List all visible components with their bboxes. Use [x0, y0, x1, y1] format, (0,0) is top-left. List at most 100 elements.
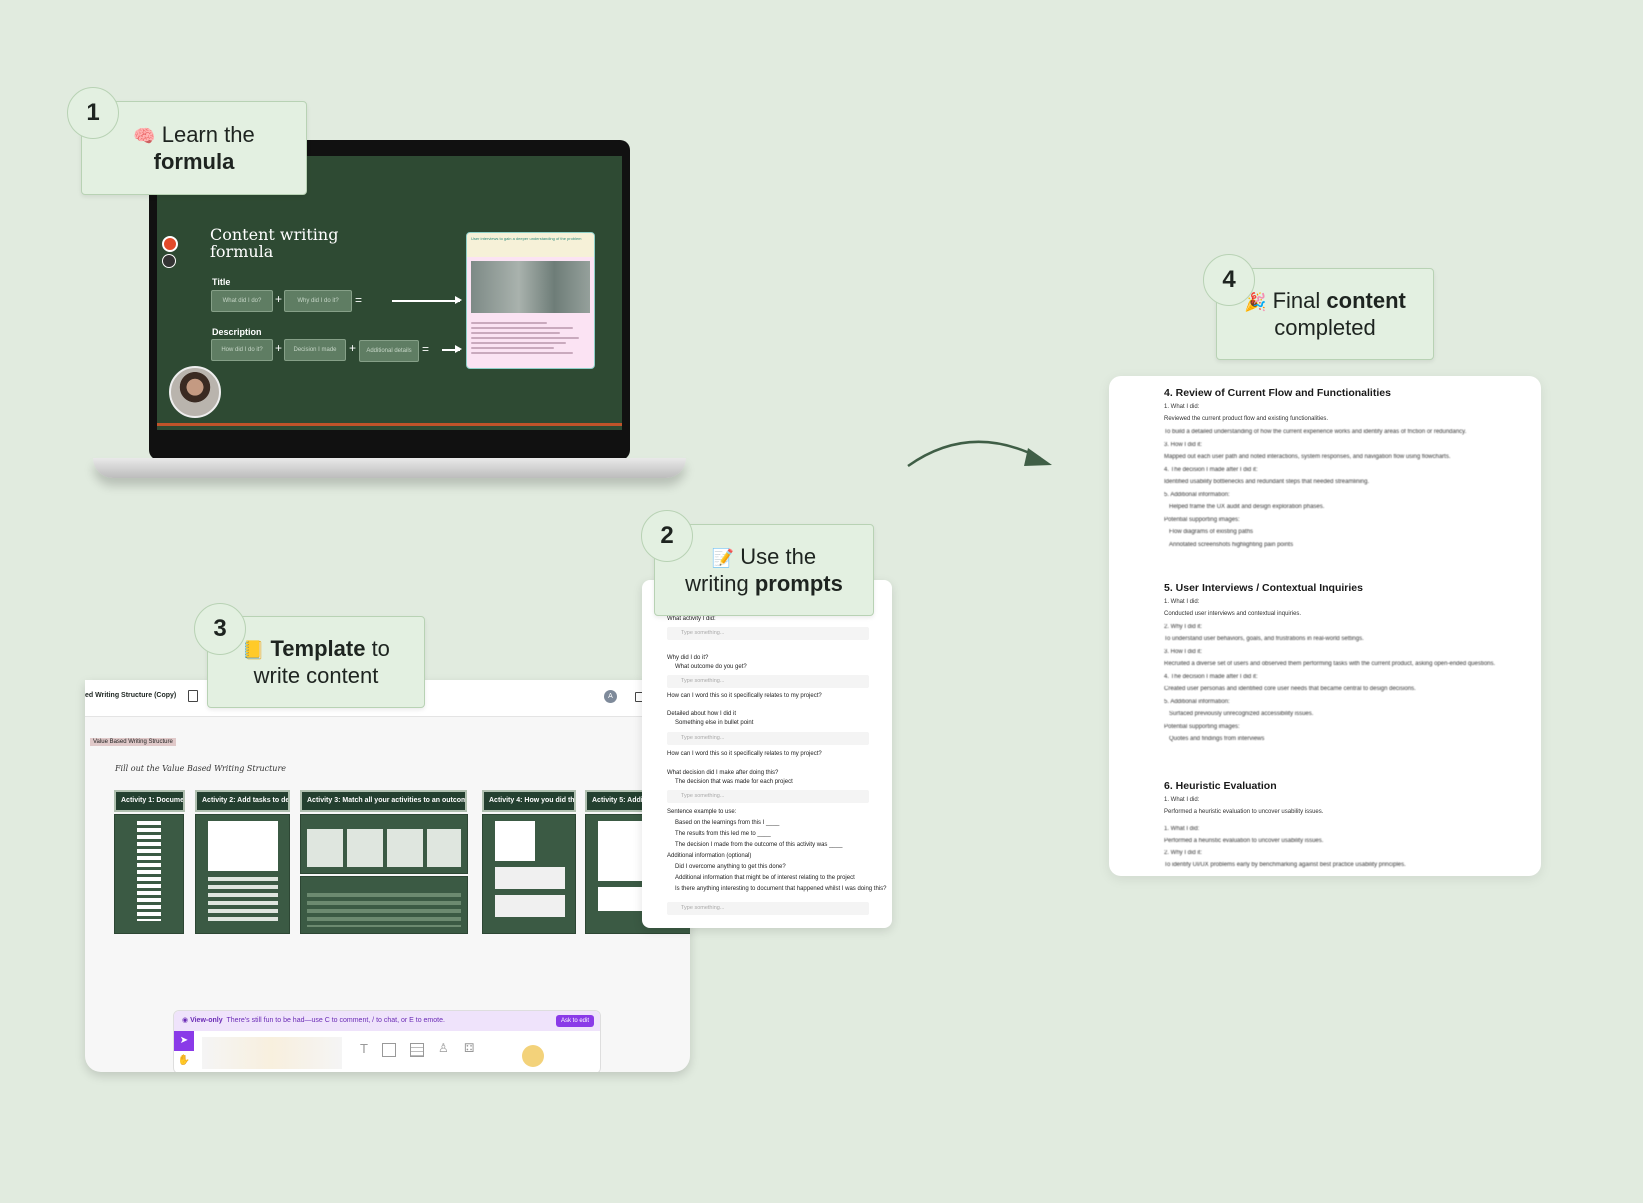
activity-3-header[interactable]: Activity 3: Match all your activities to… — [300, 790, 467, 812]
prompt-line: What outcome do you get? — [675, 664, 747, 670]
brain-icon: 🧠 — [133, 126, 156, 146]
step-1-text: Learn the — [161, 122, 255, 147]
step-1-bold: formula — [153, 149, 235, 174]
prompt-line: The decision I made from the outcome of … — [675, 842, 843, 848]
title-arrow — [392, 297, 462, 303]
s4-blurred: Helped frame the UX audit and design exp… — [1169, 504, 1325, 510]
stamp-tool-icon[interactable]: ♙ — [438, 1041, 449, 1055]
presenter-avatar — [169, 366, 221, 418]
prompt-line: Why did I do it? — [667, 655, 709, 661]
description-label: Description — [212, 327, 262, 337]
section-5-heading: 5. User Interviews / Contextual Inquirie… — [1164, 582, 1363, 594]
prompt-line: How can I word this so it specifically r… — [667, 751, 822, 757]
why-pill: Why did I do it? — [284, 290, 352, 312]
ask-to-edit-button[interactable]: Ask to edit — [555, 1015, 594, 1027]
s4-line: Reviewed the current product flow and ex… — [1164, 416, 1329, 422]
activity-4-header[interactable]: Activity 4: How you did the ac... — [482, 790, 576, 812]
step-3-bold: Template — [270, 636, 366, 661]
hand-tool-icon[interactable]: ✋ — [174, 1051, 194, 1071]
s6-blurred: Performed a heuristic evaluation to unco… — [1164, 838, 1324, 844]
prompt-input[interactable]: Type something... — [667, 627, 869, 640]
card-bullets — [467, 319, 594, 357]
step-2-line2: writing — [685, 571, 749, 596]
prompt-input[interactable]: Type something... — [667, 902, 869, 915]
laptop-base — [93, 458, 686, 478]
example-card: User interviews to gain a deeper underst… — [466, 232, 595, 369]
emoji-stickers[interactable] — [522, 1045, 544, 1067]
prompt-input[interactable]: Type something... — [667, 790, 869, 803]
prompt-input[interactable]: Type something... — [667, 732, 869, 745]
activity-4-body[interactable] — [482, 814, 576, 934]
doc-title[interactable]: ed Writing Structure (Copy) — [85, 692, 176, 699]
final-content-document: 4. Review of Current Flow and Functional… — [1109, 376, 1541, 876]
s4-blurred: Potential supporting images: — [1164, 517, 1240, 523]
s5-blurred: Potential supporting images: — [1164, 724, 1240, 730]
equals-sign: = — [355, 293, 363, 307]
view-hint: There's still fun to be had—use C to com… — [226, 1017, 445, 1024]
prompt-line: Detailed about how I did it — [667, 711, 737, 717]
s5-blurred: Quotes and findings from interviews — [1169, 736, 1265, 742]
s6-blurred: 2. Why I did it: — [1164, 850, 1203, 856]
view-only-label: View-only — [190, 1017, 223, 1024]
more-tools-icon[interactable]: ⚃ — [464, 1041, 474, 1055]
activity-2-header[interactable]: Activity 2: Add tasks to desig... — [195, 790, 290, 812]
view-only-bar: ◉ View-only There's still fun to be had—… — [174, 1011, 600, 1031]
activity-3-sub[interactable] — [300, 876, 468, 934]
formula-slide: Content writing formula Title What did I… — [157, 156, 622, 430]
step-3-line2: write content — [253, 663, 379, 688]
memo-icon: 📝 — [711, 548, 735, 568]
prompt-input[interactable]: Type something... — [667, 675, 869, 688]
prompt-line: What decision did I make after doing thi… — [667, 770, 779, 776]
user-avatar[interactable]: A — [604, 690, 617, 703]
s4-blurred: To build a detailed understanding of how… — [1164, 429, 1467, 435]
card-heading: User interviews to gain a deeper underst… — [467, 233, 594, 257]
interview-photo — [471, 261, 590, 313]
step-3-badge: 3 — [194, 603, 246, 655]
plus-sign-3: + — [349, 341, 357, 355]
text-tool-icon[interactable]: T — [360, 1041, 368, 1056]
step-4-text: Final — [1272, 288, 1321, 313]
eye-icon: ◉ — [182, 1017, 191, 1024]
activity-2-body[interactable] — [195, 814, 290, 934]
s5-blurred: Created user personas and identified cor… — [1164, 686, 1416, 692]
s5-line: 1. What I did: — [1164, 599, 1200, 605]
activity-1-body[interactable] — [114, 814, 184, 934]
s4-blurred: Identified usability bottlenecks and red… — [1164, 479, 1370, 485]
step-4-bold: content — [1326, 288, 1406, 313]
what-pill: What did I do? — [211, 290, 273, 312]
video-progress-bar[interactable] — [157, 423, 622, 426]
s6-line: Performed a heuristic evaluation to unco… — [1164, 809, 1324, 815]
s4-blurred: 5. Additional information: — [1164, 492, 1230, 498]
section-4-heading: 4. Review of Current Flow and Functional… — [1164, 387, 1391, 399]
s4-blurred: 4. The decision I made after I did it: — [1164, 467, 1258, 473]
s4-blurred: Annotated screenshots highlighting pain … — [1169, 542, 1294, 548]
plus-sign: + — [275, 292, 283, 306]
prompt-line: What activity I did: — [667, 616, 716, 622]
s4-blurred: Mapped out each user path and noted inte… — [1164, 454, 1451, 460]
step-2-text: Use the — [740, 544, 817, 569]
s5-blurred: 3. How I did it: — [1164, 649, 1203, 655]
plus-sign-2: + — [275, 341, 283, 355]
prompt-line: Additional information (optional) — [667, 853, 752, 859]
bottom-toolbar: ◉ View-only There's still fun to be had—… — [173, 1010, 601, 1072]
s5-line: Conducted user interviews and contextual… — [1164, 611, 1302, 617]
details-pill: Additional details — [359, 340, 419, 362]
prompt-line: Did I overcome anything to get this done… — [675, 864, 786, 870]
step-1-badge: 1 — [67, 87, 119, 139]
select-tool-icon[interactable]: ➤ — [174, 1031, 194, 1051]
pencil-tools[interactable] — [202, 1037, 342, 1069]
s5-blurred: Recruited a diverse set of users and obs… — [1164, 661, 1496, 667]
prompt-line: Additional information that might be of … — [675, 875, 855, 881]
prompt-line: How can I word this so it specifically r… — [667, 693, 822, 699]
file-icon[interactable] — [188, 690, 198, 702]
s5-blurred: 2. Why I did it: — [1164, 624, 1203, 630]
table-tool-icon[interactable] — [410, 1043, 424, 1057]
title-label: Title — [212, 277, 231, 287]
step-2-bold: prompts — [754, 571, 843, 596]
s5-blurred: Surfaced previously unrecognized accessi… — [1169, 711, 1314, 717]
frame-tool-icon[interactable] — [382, 1043, 396, 1057]
curved-arrow — [907, 440, 1052, 468]
activity-3-body[interactable] — [300, 814, 468, 874]
activity-1-header[interactable]: Activity 1: Document... — [114, 790, 185, 812]
how-pill: How did I do it? — [211, 339, 273, 361]
